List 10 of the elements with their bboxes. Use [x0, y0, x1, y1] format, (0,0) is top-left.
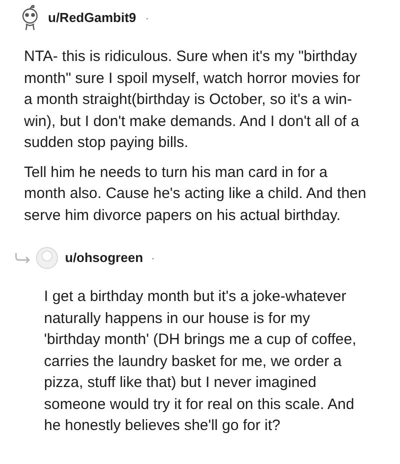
- comment-text: I get a birthday month but it's a joke-whatever naturally happens in our house is for my 'birthday month' (DH brings me a cup of coffee, carries the laundry basket for me, we order a pizza, stuff like that) but I never imagined someone would try it for real on this scale. And he honestly believes she'll go for it?: [44, 287, 358, 436]
- comment-text: Tell him he needs to turn his man card in for a month also. Cause he's acting like a child. And then serve him divorce papers on his actual birthday.: [24, 162, 368, 226]
- username-link[interactable]: u/ohsogreen: [65, 248, 144, 268]
- comment-text: NTA- this is ridiculous. Sure when it's my "birthday month" sure I spoil myself, watch horror movies for a month straight(birthday is October, so it's a win-win), but I don't make demands. And I don't all of a sudden stop paying bills.: [24, 47, 362, 153]
- reply-arrow-icon: [15, 253, 31, 263]
- username-link[interactable]: u/RedGambit9: [48, 8, 136, 28]
- avatar-icon: [36, 247, 58, 269]
- separator-dot: ·: [151, 250, 156, 267]
- avatar-icon: [20, 5, 40, 31]
- separator-dot: ·: [145, 10, 150, 27]
